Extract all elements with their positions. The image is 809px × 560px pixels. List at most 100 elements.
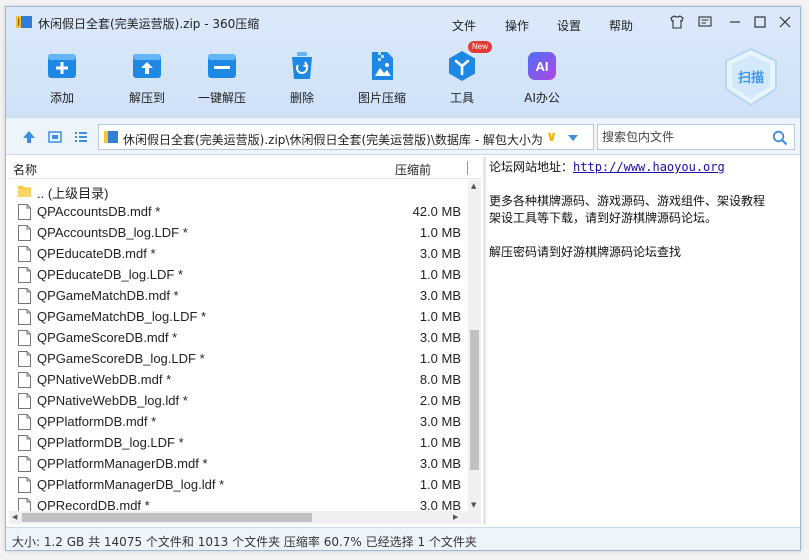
table-row[interactable]: QPEducateDB.mdf * 3.0 MB <box>9 243 467 264</box>
search-input[interactable] <box>602 129 762 145</box>
file-size: 3.0 MB <box>419 414 461 429</box>
file-icon <box>18 204 31 220</box>
svg-text:扫描: 扫描 <box>738 70 764 86</box>
toolbar: 添加 解压到 一键解压 删除 图片压缩 New 工具 AI AI办公 <box>6 41 800 111</box>
file-icon <box>18 435 31 451</box>
file-size: 1.0 MB <box>419 309 461 324</box>
file-size: 3.0 MB <box>419 456 461 471</box>
table-row[interactable]: QPGameMatchDB_log.LDF * 1.0 MB <box>9 306 467 327</box>
delete-icon <box>292 52 312 79</box>
file-name: QPGameScoreDB_log.LDF * <box>37 351 205 366</box>
scroll-left-icon[interactable]: ◀ <box>12 513 17 521</box>
site-line: 论坛网站地址：http://www.haoyou.org <box>489 160 725 174</box>
size-check-icon: ∨ <box>546 129 558 145</box>
ai-office-icon: AI <box>528 52 556 80</box>
file-name: QPPlatformDB.mdf * <box>37 414 157 429</box>
extract-to-icon <box>133 54 161 78</box>
path-text: 休闲假日全套(完美运营版).zip\休闲假日全套(完美运营版)\数据库 - 解包… <box>123 133 543 147</box>
path-field[interactable]: 休闲假日全套(完美运营版).zip\休闲假日全套(完美运营版)\数据库 - 解包… <box>98 124 594 150</box>
file-icon <box>18 309 31 325</box>
ai-office-button[interactable]: AI AI办公 <box>500 45 584 111</box>
file-size: 1.0 MB <box>419 225 461 240</box>
window-title: 休闲假日全套(完美运营版).zip - 360压缩 <box>38 17 260 31</box>
add-icon <box>48 54 76 78</box>
search-icon[interactable] <box>772 130 788 146</box>
file-size: 3.0 MB <box>419 246 461 261</box>
file-size: 1.0 MB <box>419 477 461 492</box>
file-name: .. (上级目录) <box>37 186 109 201</box>
file-icon <box>18 456 31 472</box>
column-header: 名称 压缩前 <box>9 157 481 179</box>
comment-line-4: 解压密码请到好游棋牌源码论坛查找 <box>489 245 682 259</box>
menu-settings[interactable]: 设置 <box>557 17 581 34</box>
image-compress-icon <box>372 52 393 80</box>
list-view-icon[interactable] <box>74 130 88 144</box>
image-compress-button[interactable]: 图片压缩 <box>340 45 424 111</box>
new-badge: New <box>468 41 493 53</box>
scroll-right-icon[interactable]: ▶ <box>453 513 458 521</box>
close-icon[interactable] <box>776 13 794 31</box>
column-size[interactable]: 压缩前 <box>395 161 431 178</box>
file-icon <box>18 246 31 262</box>
table-row[interactable]: QPPlatformManagerDB.mdf * 3.0 MB <box>9 453 467 474</box>
column-divider[interactable] <box>467 161 468 175</box>
one-click-extract-button[interactable]: 一键解压 <box>180 45 264 111</box>
scan-button[interactable]: 扫描 <box>722 47 780 107</box>
file-icon <box>18 267 31 283</box>
table-row[interactable]: QPNativeWebDB.mdf * 8.0 MB <box>9 369 467 390</box>
folder-icon <box>18 186 31 197</box>
table-row[interactable]: QPGameScoreDB.mdf * 3.0 MB <box>9 327 467 348</box>
menu-operation[interactable]: 操作 <box>505 17 529 34</box>
pane-splitter[interactable] <box>483 157 486 524</box>
vertical-scrollbar[interactable]: ▲ ▼ <box>468 180 481 511</box>
tools-button[interactable]: New 工具 <box>420 41 504 111</box>
table-row[interactable]: QPEducateDB_log.LDF * 1.0 MB <box>9 264 467 285</box>
skin-icon[interactable] <box>668 13 686 31</box>
table-row[interactable]: .. (上级目录) <box>9 180 467 201</box>
table-row[interactable]: QPAccountsDB.mdf * 42.0 MB <box>9 201 467 222</box>
menu-file[interactable]: 文件 <box>452 17 476 34</box>
thumbnail-view-icon[interactable] <box>48 130 62 144</box>
minimize-icon[interactable] <box>726 13 744 31</box>
file-list: 名称 压缩前 .. (上级目录) QPAccountsDB.mdf * 42.0 M… <box>9 157 481 524</box>
file-icon <box>18 351 31 367</box>
file-size: 2.0 MB <box>419 393 461 408</box>
file-icon <box>18 414 31 430</box>
horizontal-scrollbar[interactable]: ◀ ▶ <box>9 511 481 524</box>
status-bar: 大小: 1.2 GB 共 14075 个文件和 1013 个文件夹 压缩率 60… <box>6 527 800 550</box>
file-rows: .. (上级目录) QPAccountsDB.mdf * 42.0 MB QPAcco… <box>9 180 467 516</box>
extract-to-button[interactable]: 解压到 <box>105 45 189 111</box>
chevron-down-icon[interactable] <box>567 133 579 143</box>
comment-line-3: 架设工具等下载，请到好游棋牌源码论坛。 <box>489 211 718 225</box>
tools-icon <box>449 51 475 81</box>
table-row[interactable]: QPNativeWebDB_log.ldf * 2.0 MB <box>9 390 467 411</box>
scroll-up-icon[interactable]: ▲ <box>471 182 476 190</box>
table-row[interactable]: QPGameMatchDB.mdf * 3.0 MB <box>9 285 467 306</box>
top-banner: 休闲假日全套(完美运营版).zip - 360压缩 文件 操作 设置 帮助 添加… <box>6 7 800 117</box>
table-row[interactable]: QPPlatformDB.mdf * 3.0 MB <box>9 411 467 432</box>
column-name[interactable]: 名称 <box>13 161 37 178</box>
table-row[interactable]: QPGameScoreDB_log.LDF * 1.0 MB <box>9 348 467 369</box>
app-window: 休闲假日全套(完美运营版).zip - 360压缩 文件 操作 设置 帮助 添加… <box>5 6 801 551</box>
menu-help[interactable]: 帮助 <box>609 17 633 34</box>
status-text: 大小: 1.2 GB 共 14075 个文件和 1013 个文件夹 压缩率 60… <box>12 535 477 549</box>
horizontal-scroll-thumb[interactable] <box>22 513 312 522</box>
title-bar: 休闲假日全套(完美运营版).zip - 360压缩 文件 操作 设置 帮助 <box>6 7 800 37</box>
vertical-scroll-thumb[interactable] <box>470 330 479 470</box>
scan-shield-icon: 扫描 <box>725 47 777 107</box>
search-box <box>597 124 795 150</box>
file-name: QPNativeWebDB_log.ldf * <box>37 393 188 408</box>
site-link[interactable]: http://www.haoyou.org <box>573 160 725 174</box>
table-row[interactable]: QPAccountsDB_log.LDF * 1.0 MB <box>9 222 467 243</box>
file-size: 8.0 MB <box>419 372 461 387</box>
feedback-icon[interactable] <box>696 13 714 31</box>
table-row[interactable]: QPPlatformDB_log.LDF * 1.0 MB <box>9 432 467 453</box>
maximize-icon[interactable] <box>751 13 769 31</box>
table-row[interactable]: QPPlatformManagerDB_log.ldf * 1.0 MB <box>9 474 467 495</box>
file-name: QPPlatformDB_log.LDF * <box>37 435 184 450</box>
zip-app-icon <box>16 16 32 28</box>
add-button[interactable]: 添加 <box>20 45 104 111</box>
scroll-down-icon[interactable]: ▼ <box>471 501 476 509</box>
up-arrow-icon[interactable] <box>22 130 36 144</box>
delete-button[interactable]: 删除 <box>260 45 344 111</box>
